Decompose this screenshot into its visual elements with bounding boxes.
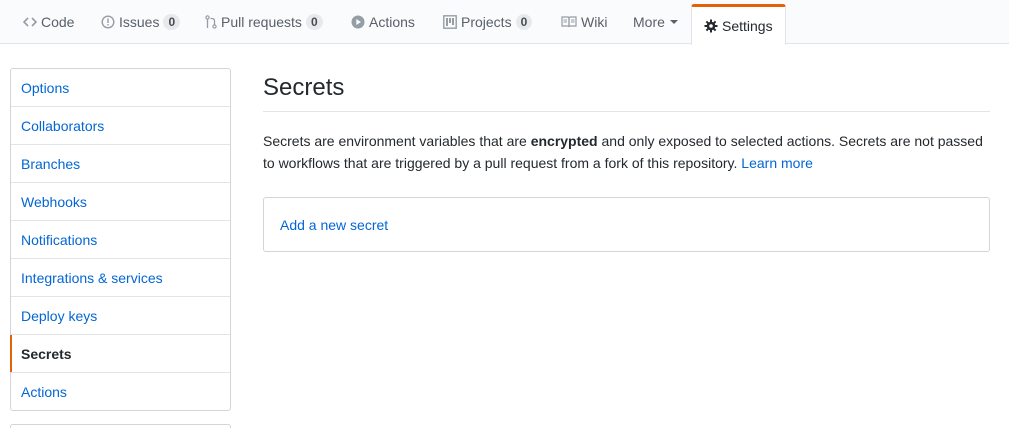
code-icon: [23, 16, 37, 28]
play-icon: [351, 15, 365, 29]
tab-label: More: [633, 14, 665, 30]
secrets-box: Add a new secret: [263, 197, 990, 252]
sidebar-item-branches[interactable]: Branches: [11, 145, 230, 183]
sidebar-item-collaborators[interactable]: Collaborators: [11, 107, 230, 145]
sidebar-item-notifications[interactable]: Notifications: [11, 221, 230, 259]
sidebar-item-actions[interactable]: Actions: [11, 373, 230, 411]
sidebar-item-options[interactable]: Options: [11, 69, 230, 107]
chevron-down-icon: [669, 20, 678, 24]
tab-actions[interactable]: Actions: [351, 0, 415, 44]
tab-label: Pull requests: [221, 14, 302, 30]
sidebar-item-deploy-keys[interactable]: Deploy keys: [11, 297, 230, 335]
tab-label: Actions: [369, 14, 415, 30]
tab-label: Issues: [119, 14, 160, 30]
issue-opened-icon: [101, 15, 115, 29]
page-title: Secrets: [263, 68, 990, 112]
settings-sidebar: Options Collaborators Branches Webhooks …: [10, 68, 231, 411]
secondary-sidebar-menu: [10, 424, 231, 428]
sidebar-item-integrations-services[interactable]: Integrations & services: [11, 259, 230, 297]
tab-label: Settings: [722, 18, 773, 34]
tab-more[interactable]: More: [633, 0, 678, 44]
description-text: Secrets are environment variables that a…: [263, 133, 531, 149]
tab-issues[interactable]: Issues 0: [101, 0, 181, 44]
tab-code[interactable]: Code: [23, 0, 74, 44]
sidebar-item-secrets[interactable]: Secrets: [10, 335, 230, 373]
projects-counter: 0: [515, 14, 533, 30]
gear-icon: [704, 19, 718, 33]
secrets-description: Secrets are environment variables that a…: [263, 130, 990, 174]
main-content: Secrets Secrets are environment variable…: [263, 68, 990, 252]
tab-label: Code: [41, 14, 75, 30]
add-new-secret-link[interactable]: Add a new secret: [280, 217, 388, 233]
issues-counter: 0: [163, 14, 181, 30]
project-icon: [443, 15, 457, 29]
repo-nav: Code Issues 0 Pull requests 0 Actions Pr…: [0, 0, 1009, 45]
description-emphasis: encrypted: [530, 133, 598, 149]
tab-label: Projects: [461, 14, 512, 30]
sidebar-item-webhooks[interactable]: Webhooks: [11, 183, 230, 221]
book-icon: [561, 16, 577, 28]
tab-wiki[interactable]: Wiki: [561, 0, 607, 44]
pull-requests-counter: 0: [305, 14, 323, 30]
learn-more-link[interactable]: Learn more: [741, 155, 813, 171]
tab-projects[interactable]: Projects 0: [443, 0, 533, 44]
tab-pull-requests[interactable]: Pull requests 0: [205, 0, 323, 44]
tab-label: Wiki: [581, 14, 608, 30]
tab-settings[interactable]: Settings: [691, 4, 786, 45]
git-pull-request-icon: [205, 15, 217, 29]
